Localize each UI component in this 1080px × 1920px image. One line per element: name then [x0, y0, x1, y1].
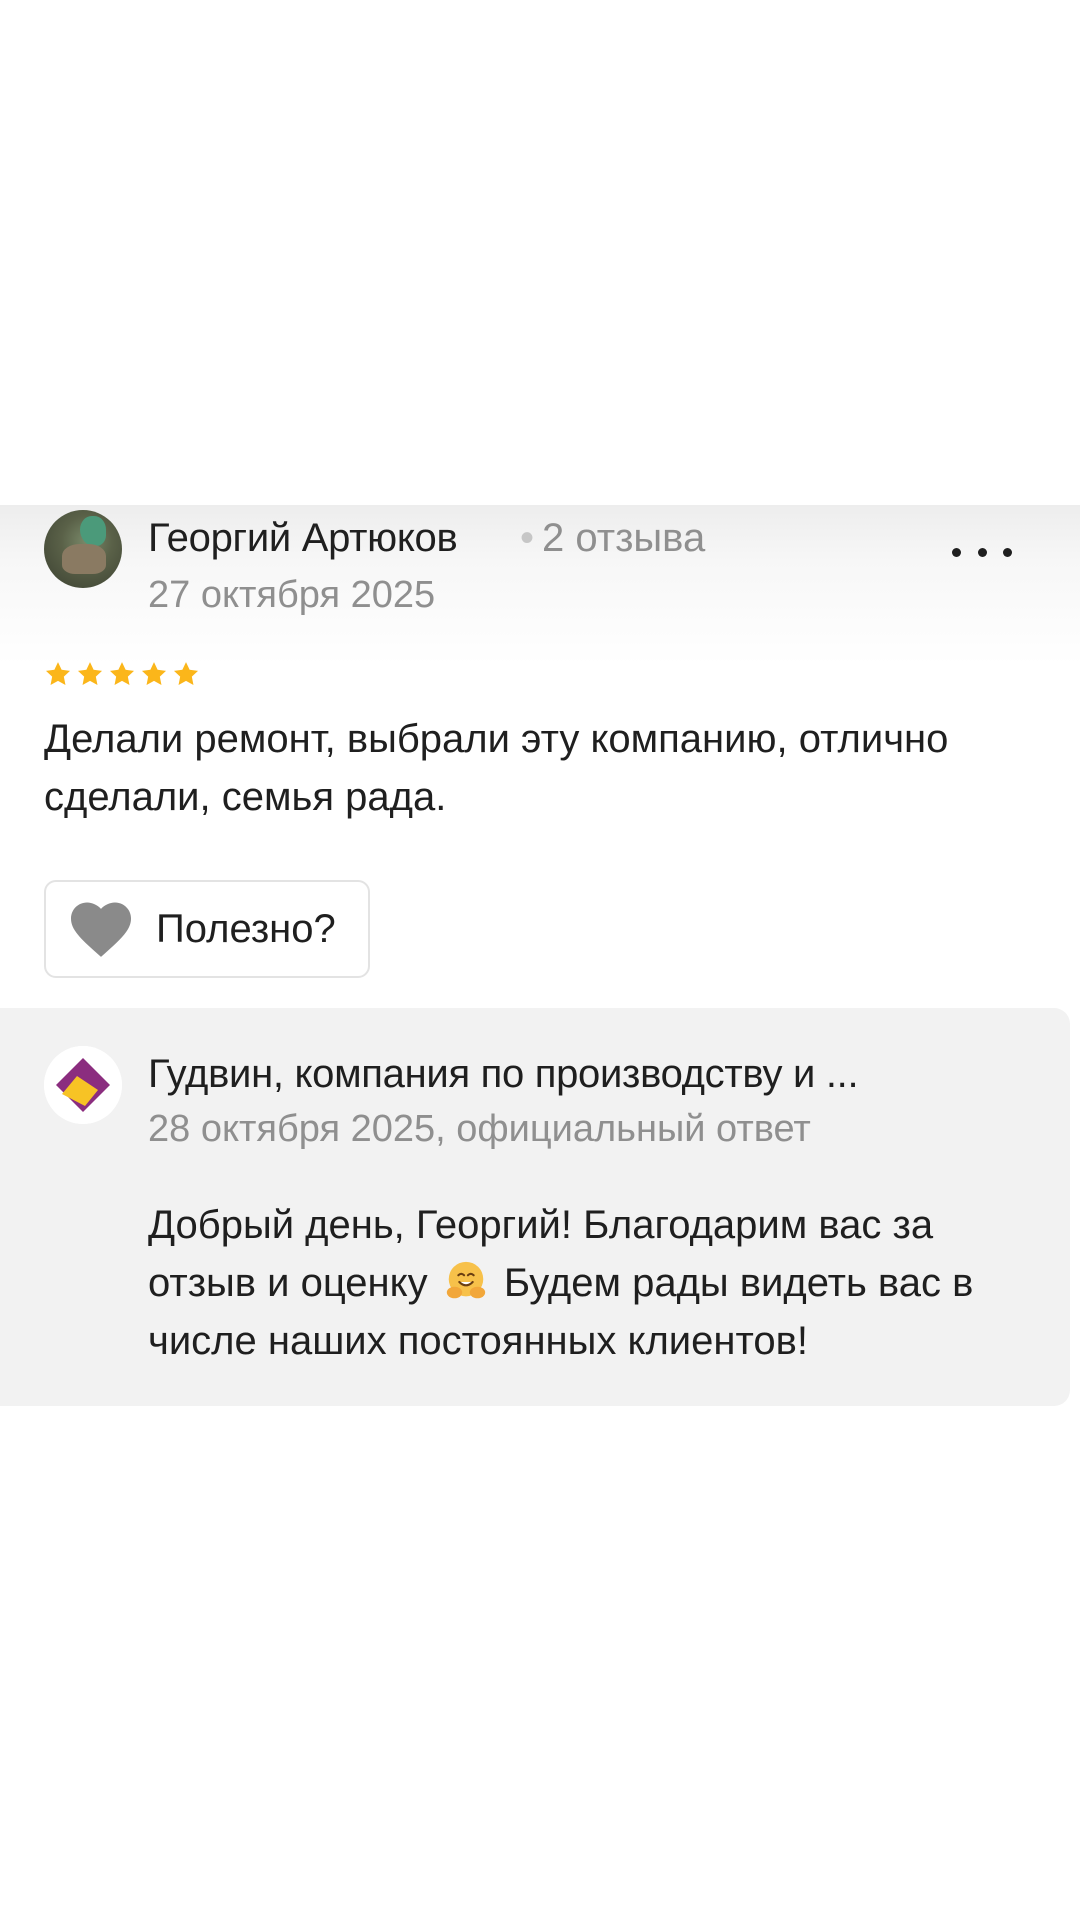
author-avatar[interactable]	[44, 510, 122, 588]
more-options-button[interactable]	[952, 530, 1012, 574]
star-rating	[44, 660, 200, 688]
hugging-face-emoji-icon	[446, 1261, 485, 1299]
star-icon	[173, 662, 199, 685]
separator-dot: •	[520, 516, 535, 560]
star-icon	[77, 662, 103, 685]
useful-button[interactable]: Полезно?	[44, 880, 370, 978]
heart-icon	[71, 902, 131, 957]
more-dot	[952, 547, 961, 557]
company-logo[interactable]	[44, 1046, 122, 1124]
company-logo-icon	[44, 1046, 122, 1124]
review-date: 27 октября 2025	[148, 574, 436, 616]
avatar-leaf-shape	[80, 516, 106, 546]
review-text: Делали ремонт, выбрали эту компанию, отл…	[44, 717, 949, 819]
reply-text: Добрый день, Георгий! Благодарим вас за …	[148, 1196, 1028, 1370]
star-icon	[109, 662, 135, 685]
author-name[interactable]: Георгий Артюков	[148, 516, 458, 561]
avatar-figure-shape	[62, 544, 106, 574]
company-name[interactable]: Гудвин, компания по производству и ...	[148, 1052, 998, 1097]
more-dot	[1003, 547, 1012, 557]
author-reviews-count: • 2 отзыва	[520, 516, 705, 561]
star-icon	[141, 662, 167, 685]
useful-label: Полезно?	[156, 906, 336, 951]
star-icon	[45, 662, 71, 685]
reviews-count-label: 2 отзыва	[542, 516, 706, 560]
more-dot	[977, 547, 987, 557]
reply-meta: 28 октября 2025, официальный ответ	[148, 1108, 811, 1150]
